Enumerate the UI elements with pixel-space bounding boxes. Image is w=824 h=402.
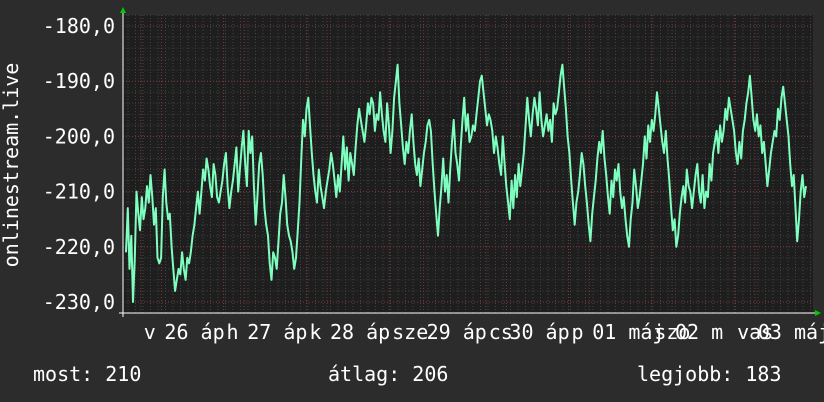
x-tick-label: 26 áp <box>164 320 224 344</box>
x-tick-label: 29 áp <box>427 320 487 344</box>
x-tick-label: 03 máj <box>758 320 824 344</box>
x-tick-label: p <box>572 320 584 344</box>
x-tick-label: sze <box>392 320 428 344</box>
y-axis-arrow <box>120 7 126 13</box>
y-tick-label: -190,0 <box>43 69 115 93</box>
x-tick-label: k <box>309 320 321 344</box>
current-value: most: 210 <box>33 362 142 386</box>
x-axis-arrow <box>815 310 821 316</box>
x-tick-label: v <box>144 320 156 344</box>
y-tick-label: -230,0 <box>43 290 115 314</box>
y-axis-label: onlinestream.live <box>0 63 23 268</box>
x-tick-label: 28 áp <box>330 320 390 344</box>
x-tick-label: h <box>227 320 239 344</box>
x-tick-label: 02 m <box>675 320 723 344</box>
y-tick-label: -210,0 <box>43 180 115 204</box>
y-tick-label: -180,0 <box>43 14 115 38</box>
x-tick-labels: v 26 áp h 27 áp k 28 áp sze29 áp cs30 áp p 01 máj… <box>144 320 824 344</box>
y-tick-label: -220,0 <box>43 235 115 259</box>
x-tick-label: 27 áp <box>247 320 307 344</box>
best-value: legjobb: 183 <box>637 362 782 386</box>
average-value: átlag: 206 <box>328 362 449 386</box>
y-tick-labels: -180,0 -190,0 -200,0 -210,0 -220,0 -230,0 <box>43 14 115 314</box>
y-tick-label: -200,0 <box>43 124 115 148</box>
x-tick-label: 30 áp <box>509 320 569 344</box>
line-chart: -180,0 -190,0 -200,0 -210,0 -220,0 -230,0 v 26… <box>0 7 824 344</box>
